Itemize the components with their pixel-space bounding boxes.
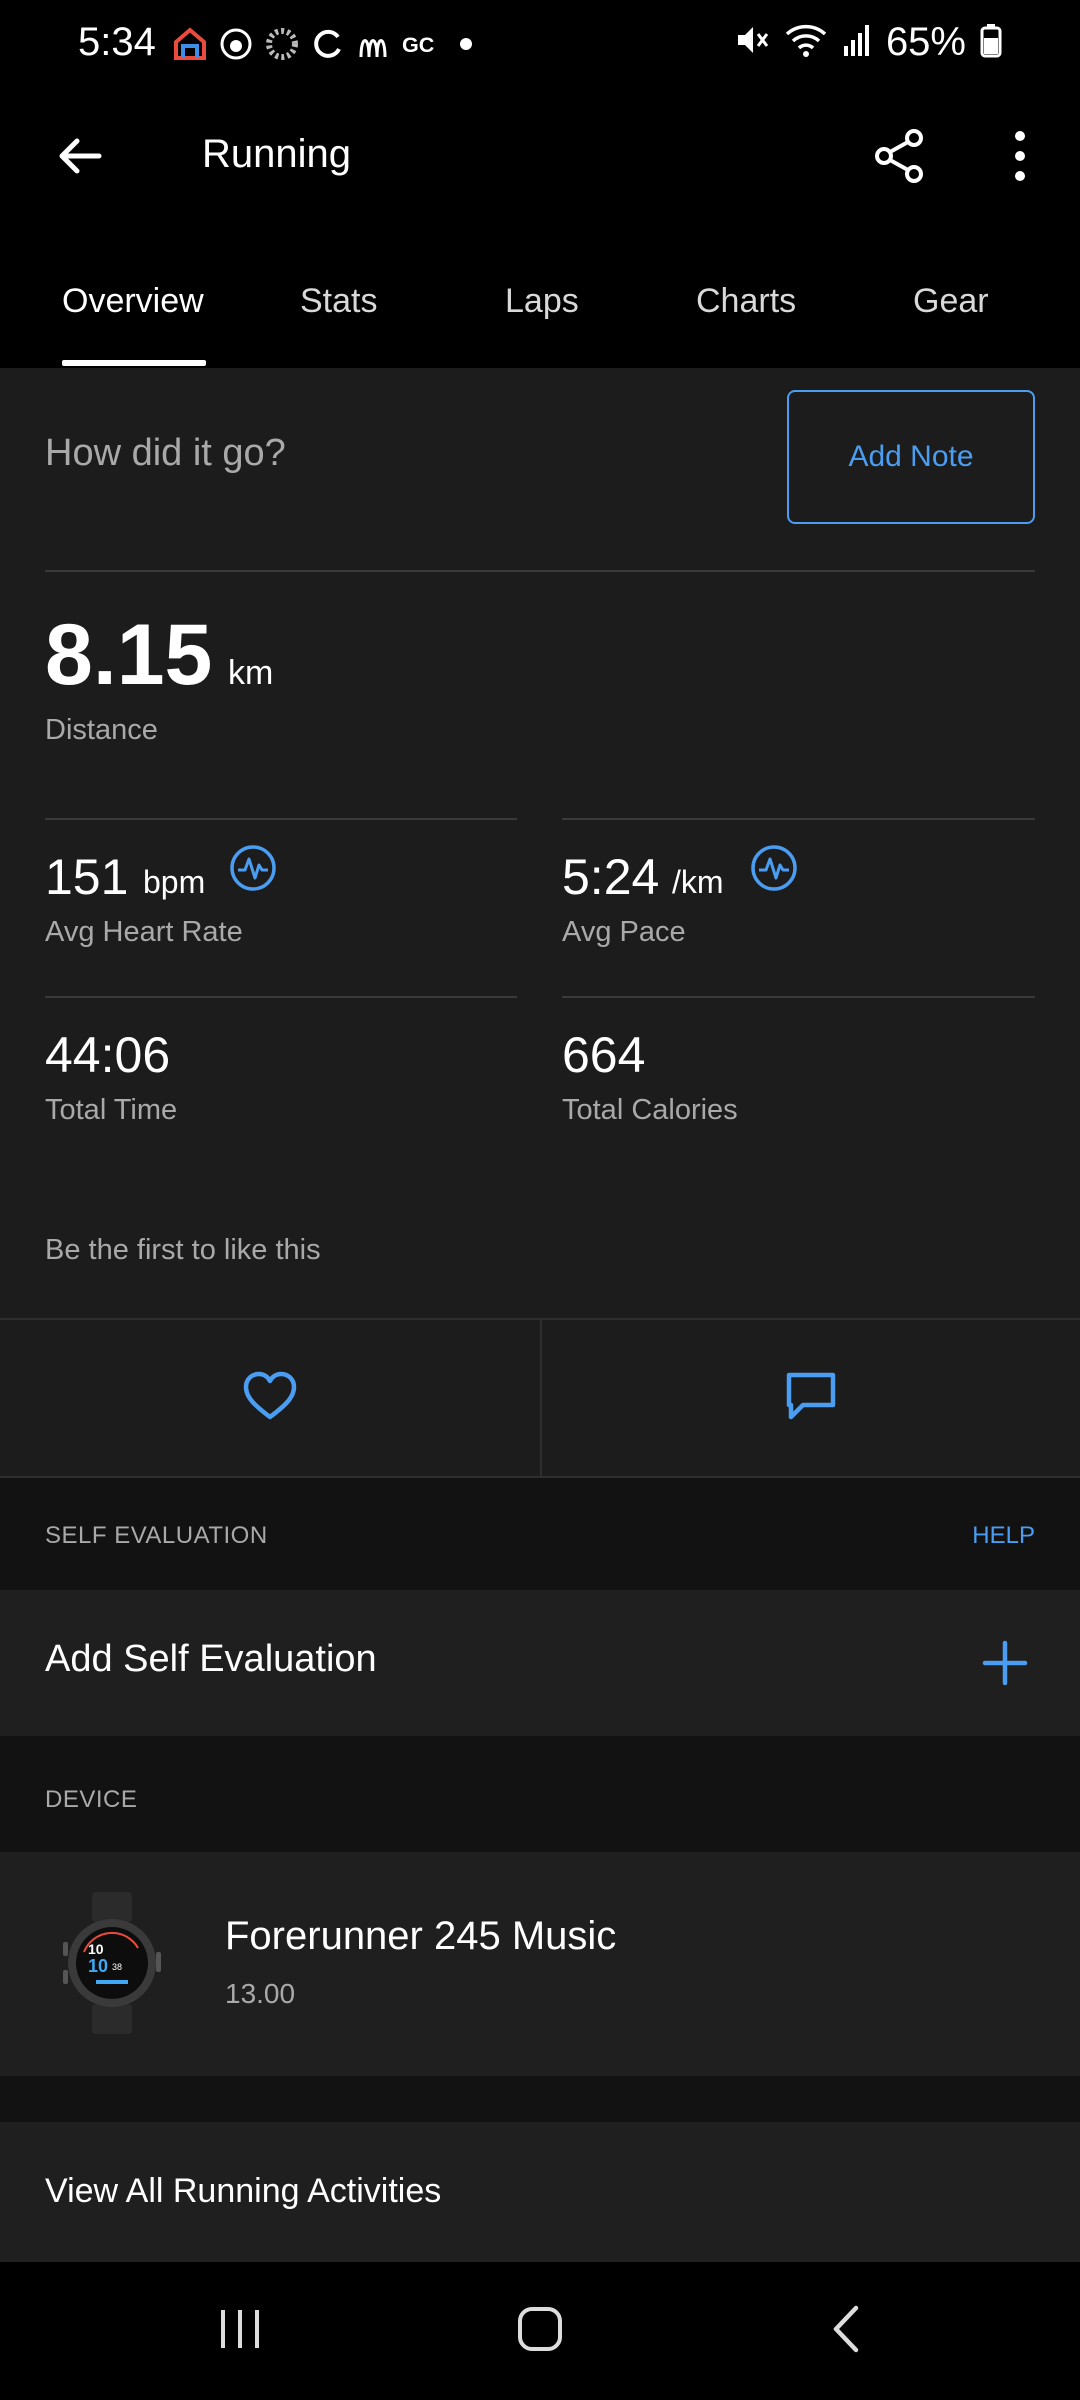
tab-bar: Overview Stats Laps Charts Gear xyxy=(0,222,1080,368)
likes-text: Be the first to like this xyxy=(45,1234,321,1266)
svg-text:10: 10 xyxy=(88,1956,108,1976)
back-button[interactable] xyxy=(40,118,120,198)
system-nav-bar xyxy=(0,2262,1080,2400)
distance-value: 8.15 xyxy=(45,607,213,703)
total-time-value: 44:06 xyxy=(45,1027,171,1083)
divider xyxy=(562,996,1035,998)
device-row[interactable]: 10 10 38 Forerunner 245 Music 13.00 xyxy=(0,1852,1080,2076)
svg-text:GC: GC xyxy=(402,32,434,57)
more-options-button[interactable] xyxy=(980,118,1060,198)
mute-icon xyxy=(734,22,770,63)
heart-rate-unit: bpm xyxy=(143,864,206,900)
device-title: DEVICE xyxy=(45,1786,138,1813)
self-evaluation-title: SELF EVALUATION xyxy=(45,1522,268,1549)
status-bar: 5:34 GC 65% xyxy=(0,0,1080,92)
distance-label: Distance xyxy=(45,714,158,746)
add-note-button[interactable]: Add Note xyxy=(787,390,1035,524)
svg-text:10: 10 xyxy=(88,1941,104,1957)
comment-icon xyxy=(785,1371,837,1426)
add-self-evaluation-row[interactable]: Add Self Evaluation xyxy=(0,1590,1080,1736)
share-icon xyxy=(872,128,928,189)
notification-icons: GC xyxy=(172,26,484,62)
m-logo-icon xyxy=(356,26,392,62)
like-button[interactable] xyxy=(0,1320,540,1476)
dot-icon xyxy=(448,26,484,62)
comment-button[interactable] xyxy=(542,1320,1080,1476)
status-right: 65% xyxy=(734,20,1002,65)
plus-icon xyxy=(981,1639,1029,1692)
gc-logo-icon: GC xyxy=(402,26,438,62)
device-name: Forerunner 245 Music xyxy=(225,1914,617,1958)
view-all-activities-row[interactable]: View All Running Activities xyxy=(0,2122,1080,2262)
pace-unit: /km xyxy=(672,864,724,900)
battery-percent: 65% xyxy=(885,20,966,64)
divider xyxy=(45,570,1035,572)
battery-icon xyxy=(980,22,1002,63)
section-spacer xyxy=(0,2076,1080,2122)
sun-icon xyxy=(218,26,254,62)
back-arrow-icon xyxy=(55,131,105,186)
divider xyxy=(45,996,517,998)
self-evaluation-header: SELF EVALUATION HELP xyxy=(0,1478,1080,1590)
device-header: DEVICE xyxy=(0,1736,1080,1852)
tab-laps[interactable]: Laps xyxy=(505,282,579,321)
signal-icon xyxy=(842,22,872,63)
svg-text:38: 38 xyxy=(112,1962,122,1972)
total-calories-value: 664 xyxy=(562,1027,646,1083)
note-row: How did it go? Add Note xyxy=(0,368,1080,570)
more-vertical-icon xyxy=(1010,128,1030,189)
app-bar: Running xyxy=(0,92,1080,222)
device-version: 13.00 xyxy=(225,1978,296,2009)
page-title: Running xyxy=(202,132,352,176)
home-button[interactable] xyxy=(500,2296,580,2366)
total-time-label: Total Time xyxy=(45,1094,178,1126)
help-link[interactable]: HELP xyxy=(972,1522,1035,1550)
home-color-icon xyxy=(172,26,208,62)
divider xyxy=(562,818,1035,820)
note-prompt: How did it go? xyxy=(45,432,286,474)
back-icon xyxy=(826,2304,866,2359)
pace-label: Avg Pace xyxy=(562,916,686,948)
heart-rate-value: 151 xyxy=(45,849,129,905)
tab-stats[interactable]: Stats xyxy=(300,282,377,321)
status-time: 5:34 xyxy=(78,20,156,64)
recents-button[interactable] xyxy=(200,2296,280,2366)
share-button[interactable] xyxy=(860,118,940,198)
home-icon xyxy=(515,2304,565,2359)
active-tab-indicator xyxy=(62,360,206,366)
tab-charts[interactable]: Charts xyxy=(696,282,796,321)
add-self-evaluation-label: Add Self Evaluation xyxy=(45,1638,377,1680)
spinner-icon xyxy=(264,26,300,62)
heart-rate-label: Avg Heart Rate xyxy=(45,916,243,948)
refresh-icon xyxy=(310,26,346,62)
distance-unit: km xyxy=(228,654,274,692)
wifi-icon xyxy=(784,22,828,63)
overview-content: How did it go? Add Note 8.15 km Distance… xyxy=(0,368,1080,2262)
tab-gear[interactable]: Gear xyxy=(913,282,989,321)
social-actions xyxy=(0,1318,1080,1478)
watch-image: 10 10 38 xyxy=(62,1892,162,2034)
total-calories-label: Total Calories xyxy=(562,1094,738,1126)
add-self-evaluation-button[interactable] xyxy=(970,1630,1040,1700)
recents-icon xyxy=(215,2306,265,2357)
pace-value: 5:24 xyxy=(562,849,660,905)
system-back-button[interactable] xyxy=(806,2296,886,2366)
view-all-activities-label: View All Running Activities xyxy=(45,2172,442,2210)
pace-chart-icon[interactable] xyxy=(750,844,798,892)
heart-icon xyxy=(242,1371,298,1426)
tab-overview[interactable]: Overview xyxy=(62,282,204,321)
heart-rate-chart-icon[interactable] xyxy=(229,844,277,892)
divider xyxy=(45,818,517,820)
